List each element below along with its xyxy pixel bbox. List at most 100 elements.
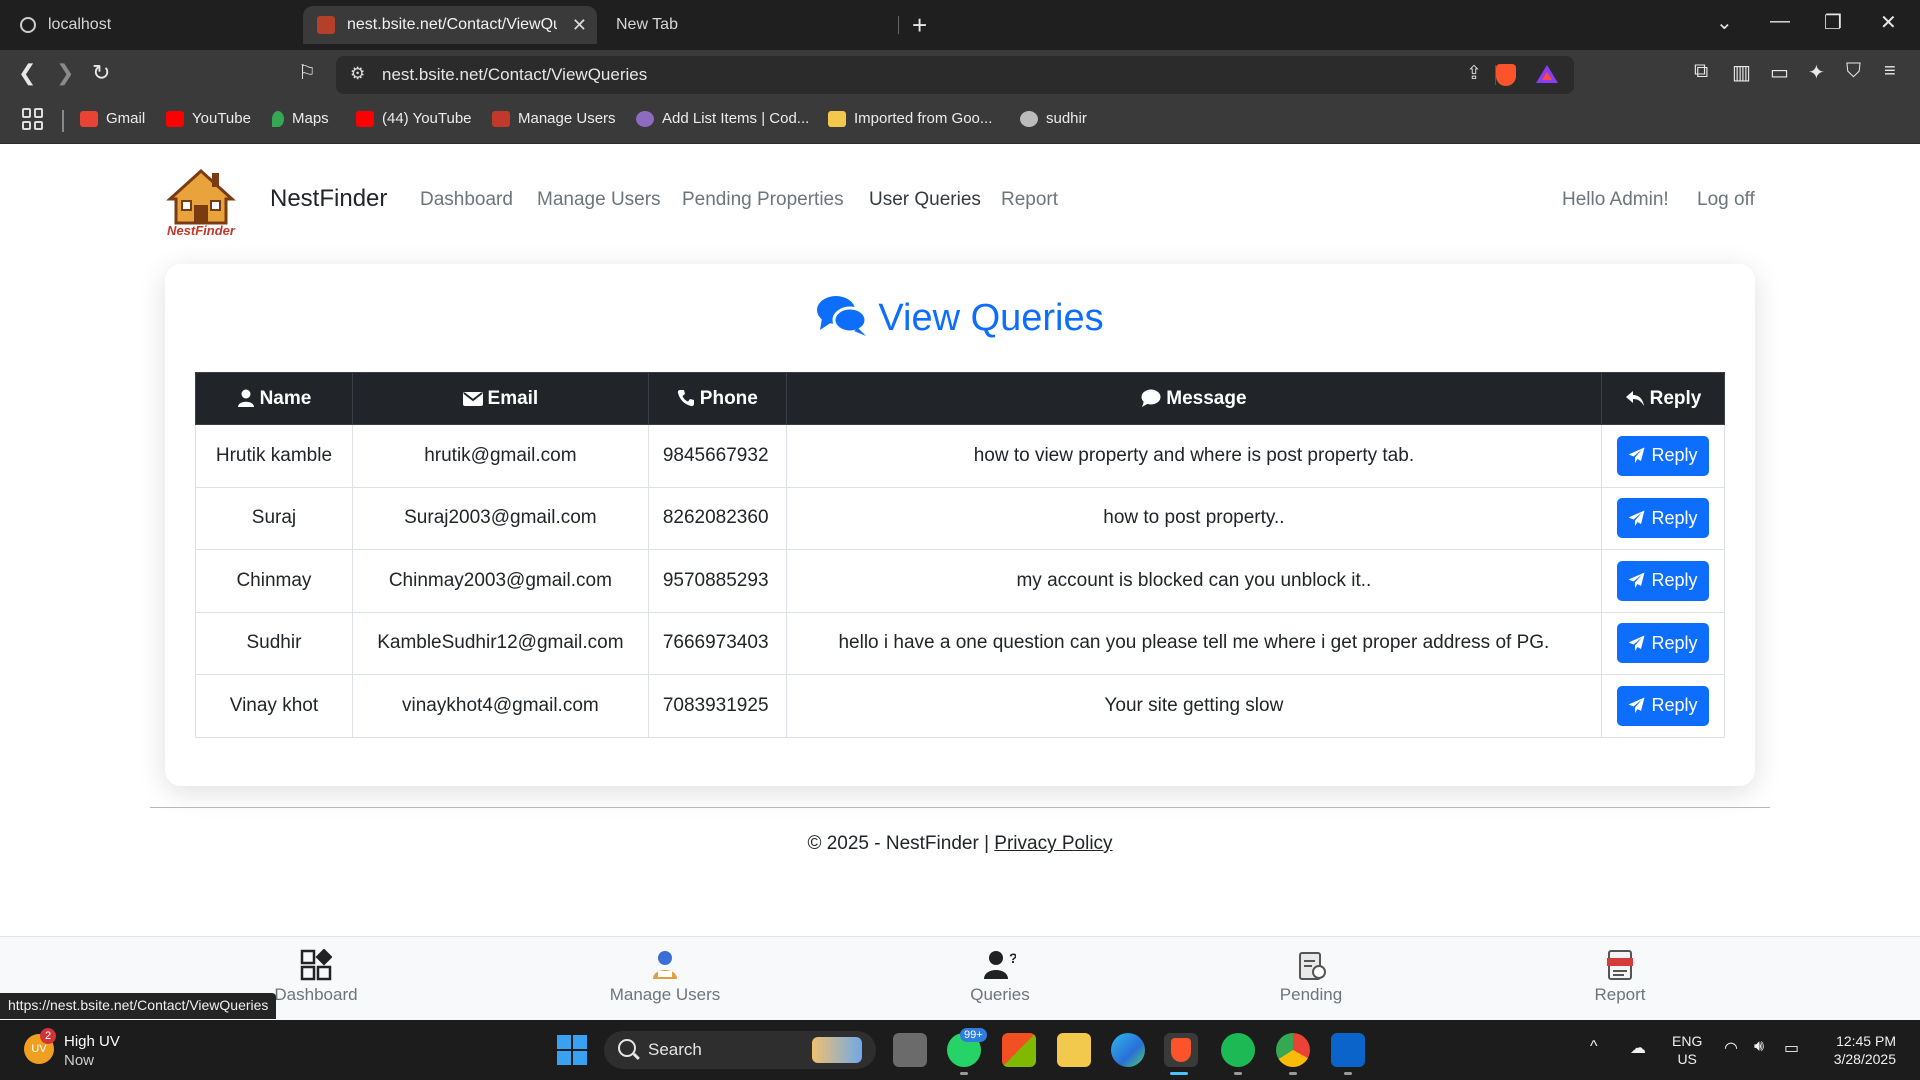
back-icon[interactable]: ❮ (18, 60, 36, 86)
wifi-icon[interactable]: ◠ (1724, 1038, 1738, 1058)
brave-icon (1171, 1038, 1191, 1062)
bottom-nav-label: Report (1594, 985, 1646, 1004)
reply-button[interactable]: Reply (1617, 560, 1709, 601)
reply-button[interactable]: Reply (1617, 623, 1709, 664)
share-icon[interactable]: ⇪ (1466, 62, 1482, 85)
tab-search-chevron-icon[interactable]: ⌄ (1716, 10, 1733, 35)
nav-pending-properties[interactable]: Pending Properties (682, 189, 844, 211)
bookmark-gmail[interactable]: Gmail (80, 110, 145, 127)
clock-date: 3/28/2025 (1833, 1051, 1896, 1067)
tray-chevron-icon[interactable]: ^ (1590, 1038, 1598, 1056)
chrome-icon[interactable] (1276, 1033, 1310, 1067)
nav-user-queries[interactable]: User Queries (869, 189, 981, 211)
status-bar-url: https://nest.bsite.net/Contact/ViewQueri… (0, 993, 277, 1019)
bottom-nav-manage-users[interactable]: Manage Users (565, 949, 765, 1005)
cell-message: hello i have a one question can you plea… (785, 611, 1603, 675)
cell-name: Vinay khot (195, 674, 353, 738)
paper-plane-icon (1628, 635, 1645, 651)
file-explorer-icon[interactable] (1057, 1033, 1091, 1067)
battery-icon[interactable]: ▭ (1784, 1038, 1799, 1058)
tab-viewqueries[interactable]: nest.bsite.net/Contact/ViewQue ✕ (303, 6, 597, 44)
paper-plane-icon (1628, 510, 1645, 526)
logoff-link[interactable]: Log off (1697, 189, 1755, 211)
clock-time: 12:45 PM (1836, 1033, 1896, 1049)
nav-manage-users[interactable]: Manage Users (537, 189, 661, 211)
footer: © 2025 - NestFinder | Privacy Policy (0, 833, 1920, 855)
reply-label: Reply (1651, 570, 1698, 591)
col-phone: Phone (647, 372, 787, 425)
close-icon[interactable]: ✕ (572, 15, 587, 36)
taskbar-clock[interactable]: 12:45 PM 3/28/2025 (1820, 1032, 1896, 1068)
comment-icon (1141, 389, 1161, 407)
bookmark-add-list-items[interactable]: Add List Items | Cod... (636, 110, 809, 127)
extensions-icon[interactable]: ⧉ (1694, 60, 1708, 83)
spotify-icon[interactable] (1221, 1033, 1255, 1067)
bookmark-maps[interactable]: Maps (272, 110, 329, 127)
copyright-text: © 2025 - NestFinder | (807, 833, 995, 854)
reply-button[interactable]: Reply (1617, 685, 1709, 726)
wallet-icon[interactable]: ▭ (1770, 60, 1789, 85)
bottom-nav-pending[interactable]: Pending (1211, 949, 1411, 1005)
cell-phone: 7666973403 (647, 611, 787, 675)
cell-name: Suraj (195, 486, 353, 550)
table-row: Hrutik kamble hrutik@gmail.com 984566793… (195, 424, 1725, 488)
bookmark-label: Manage Users (518, 110, 616, 127)
site-settings-icon[interactable]: ⚙ (350, 64, 365, 84)
tab-divider (898, 16, 899, 34)
brave-taskbar-item[interactable] (1164, 1033, 1198, 1067)
privacy-policy-link[interactable]: Privacy Policy (994, 833, 1112, 854)
outlook-icon[interactable] (1331, 1033, 1365, 1067)
nav-report[interactable]: Report (1001, 189, 1058, 211)
task-view-icon[interactable] (893, 1033, 927, 1067)
bookmark-manage-users[interactable]: Manage Users (492, 110, 616, 127)
bookmark-imported-folder[interactable]: Imported from Goo... (828, 110, 992, 127)
cell-name: Sudhir (195, 611, 353, 675)
language-indicator[interactable]: ENG US (1672, 1032, 1702, 1068)
restore-icon[interactable]: ❐ (1824, 10, 1842, 35)
reply-button[interactable]: Reply (1617, 435, 1709, 476)
bookmark-sudhir[interactable]: sudhir (1020, 110, 1087, 127)
bookmark-icon[interactable]: ⚐ (298, 60, 316, 85)
url-text[interactable]: nest.bsite.net/Contact/ViewQueries (382, 65, 647, 85)
leo-ai-icon[interactable]: ✦ (1808, 60, 1825, 85)
new-tab-plus-icon[interactable]: + (912, 10, 927, 41)
cell-email: KambleSudhir12@gmail.com (351, 611, 649, 675)
apps-grid-icon[interactable] (22, 108, 44, 130)
nestfinder-logo[interactable]: NestFinder (160, 165, 242, 238)
bookmark-youtube-44[interactable]: (44) YouTube (356, 110, 472, 127)
edge-icon[interactable] (1111, 1033, 1145, 1067)
col-label: Email (487, 387, 539, 409)
table-row: Chinmay Chinmay2003@gmail.com 9570885293… (195, 549, 1725, 613)
tab-localhost[interactable]: localhost (6, 6, 296, 44)
bookmark-youtube[interactable]: YouTube (166, 110, 251, 127)
menu-icon[interactable]: ≡ (1884, 60, 1896, 83)
sidebar-icon[interactable]: ▥ (1732, 60, 1751, 85)
vpn-shield-icon[interactable]: ⛉ (1846, 60, 1861, 83)
search-highlight-icon (812, 1037, 862, 1063)
address-bar[interactable]: ⚙ nest.bsite.net/Contact/ViewQueries ⇪ (336, 56, 1574, 94)
nav-dashboard[interactable]: Dashboard (420, 189, 513, 211)
bottom-nav-report[interactable]: Report (1520, 949, 1720, 1005)
greeting-link[interactable]: Hello Admin! (1562, 189, 1669, 211)
volume-icon[interactable]: 🔊︎ (1754, 1038, 1764, 1056)
brave-rewards-icon[interactable] (1536, 65, 1558, 83)
youtube-icon (166, 110, 184, 127)
brave-shields-icon[interactable] (1496, 64, 1516, 86)
microsoft-store-icon[interactable] (1002, 1033, 1036, 1067)
col-label: Reply (1649, 387, 1702, 409)
taskbar-search[interactable]: Search (604, 1031, 876, 1069)
forward-icon[interactable]: ❯ (56, 60, 74, 86)
window-close-icon[interactable]: ✕ (1880, 10, 1897, 35)
maps-pin-icon (272, 110, 284, 127)
tab-new-tab[interactable]: New Tab (602, 6, 892, 44)
weather-widget[interactable]: High UV Now (64, 1032, 120, 1070)
reply-button[interactable]: Reply (1617, 498, 1709, 539)
brand-name[interactable]: NestFinder (270, 185, 387, 213)
windows-start-icon[interactable] (557, 1035, 587, 1065)
reload-icon[interactable]: ↻ (92, 60, 110, 86)
bottom-nav-queries[interactable]: ? Queries (900, 949, 1100, 1005)
onedrive-cloud-icon[interactable]: ☁ (1630, 1038, 1646, 1058)
minimize-icon[interactable]: — (1770, 10, 1790, 33)
reply-label: Reply (1651, 695, 1698, 716)
reply-arrow-icon (1625, 390, 1644, 406)
